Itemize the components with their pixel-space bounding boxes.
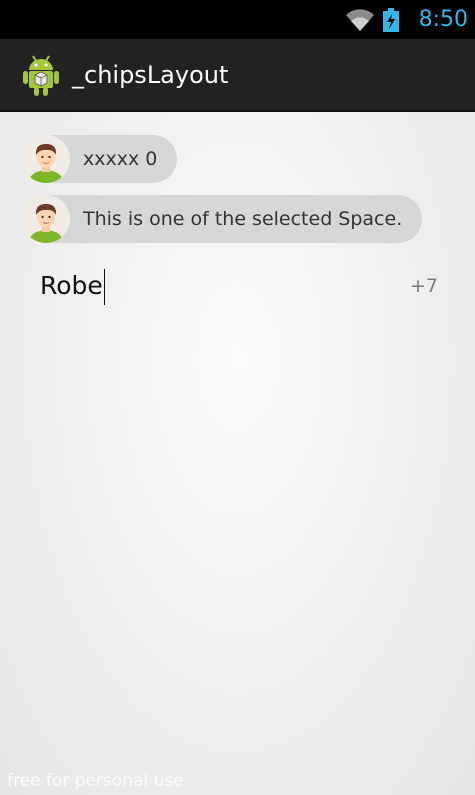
chip[interactable]: This is one of the selected Space.: [22, 195, 423, 243]
more-chips-count[interactable]: +7: [410, 265, 438, 307]
clock: 8:50: [418, 7, 468, 32]
person-avatar: [22, 195, 70, 243]
android-app-icon[interactable]: [22, 53, 60, 97]
watermark: free for personal use: [7, 771, 184, 791]
search-input-text[interactable]: Robe: [40, 265, 105, 307]
chips-input-field[interactable]: Robe +7: [40, 265, 440, 307]
chip[interactable]: xxxxx 0: [22, 135, 178, 183]
action-bar: _chipsLayout: [0, 39, 475, 112]
battery-charging-icon: [382, 7, 399, 32]
chip-label: xxxxx 0: [83, 148, 158, 170]
status-bar: 8:50: [0, 0, 475, 39]
person-avatar: [22, 135, 70, 183]
app-title: _chipsLayout: [72, 60, 229, 89]
text-cursor: [103, 269, 105, 305]
wifi-icon: [345, 8, 374, 31]
chip-label: This is one of the selected Space.: [83, 208, 403, 230]
